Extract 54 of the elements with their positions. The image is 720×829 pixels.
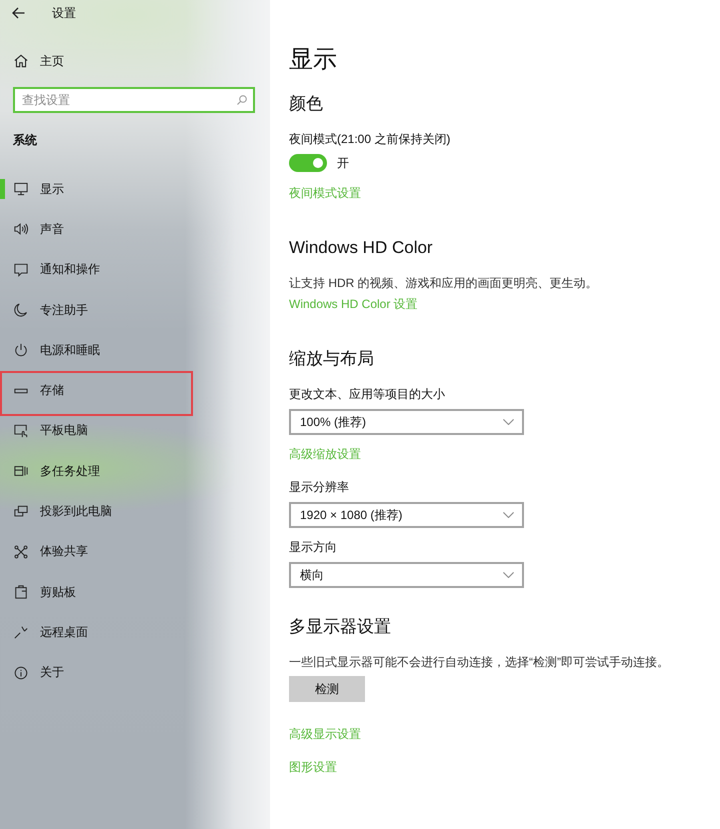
info-icon	[14, 666, 28, 680]
chevron-down-icon	[503, 512, 514, 518]
setting-label: 夜间模式(21:00 之前保持关闭)	[289, 131, 450, 148]
search-field[interactable]: 查找设置	[13, 87, 255, 113]
detect-button[interactable]: 检测	[289, 676, 365, 702]
window-bars-icon	[14, 464, 28, 478]
chevron-down-icon	[503, 572, 514, 578]
sidebar-item[interactable]: 专注助手	[0, 290, 256, 330]
setting-label: 更改文本、应用等项目的大小	[289, 386, 445, 403]
sidebar-item[interactable]: 远程桌面	[0, 612, 256, 653]
sidebar-item[interactable]: 平板电脑	[0, 410, 256, 452]
sidebar-item[interactable]: 电源和睡眠	[0, 330, 256, 370]
description-text: 让支持 HDR 的视频、游戏和应用的画面更明亮、更生动。	[289, 275, 598, 292]
home-nav-item[interactable]: 主页	[0, 41, 256, 81]
sidebar-item[interactable]: 通知和操作	[0, 250, 256, 290]
speech-bubble-icon	[14, 262, 28, 277]
overlapping-windows-icon	[14, 504, 28, 519]
sidebar-item[interactable]: 多任务处理	[0, 451, 256, 492]
setting-label: 显示分辨率	[289, 479, 349, 496]
sidebar-item[interactable]: 剪贴板	[0, 572, 256, 612]
sidebar-item[interactable]: 存储	[0, 370, 256, 411]
sidebar-item[interactable]: 声音	[0, 209, 256, 250]
section-heading: 多显示器设置	[289, 616, 391, 638]
clipboard-icon	[14, 585, 28, 600]
setting-label: 显示方向	[289, 539, 337, 556]
toggle-switch[interactable]	[289, 154, 327, 172]
section-heading: 缩放与布局	[289, 348, 374, 370]
dropdown-select[interactable]: 1920 × 1080 (推荐)	[289, 502, 524, 528]
moon-icon	[14, 303, 28, 318]
speaker-icon	[14, 222, 28, 236]
sidebar-item[interactable]: 体验共享	[0, 532, 256, 572]
power-icon	[14, 343, 28, 358]
back-button[interactable]	[12, 7, 25, 19]
sidebar-item[interactable]: 关于	[0, 652, 256, 693]
dropdown-select[interactable]: 100% (推荐)	[289, 409, 524, 435]
window-title: 设置	[52, 4, 76, 22]
house-icon	[14, 54, 28, 68]
chevron-down-icon	[503, 419, 514, 425]
section-heading: 颜色	[289, 93, 323, 115]
angled-lines-icon	[14, 625, 28, 640]
selection-indicator	[0, 179, 5, 199]
dropdown-select[interactable]: 横向	[289, 562, 524, 588]
back-arrow-icon	[12, 7, 25, 19]
toggle-state-label: 开	[337, 155, 349, 172]
screen-touch-icon	[14, 424, 28, 438]
share-nodes-icon	[14, 544, 28, 559]
monitor-icon	[14, 182, 28, 196]
section-heading: Windows HD Color	[289, 237, 433, 259]
page-title: 显示	[289, 45, 337, 75]
description-text: 一些旧式显示器可能不会进行自动连接，选择“检测”即可尝试手动连接。	[289, 654, 669, 671]
sidebar-item[interactable]: 显示	[0, 169, 256, 210]
sidebar-item[interactable]: 投影到此电脑	[0, 491, 256, 532]
search-icon	[237, 95, 247, 105]
section-heading: 系统	[12, 132, 37, 149]
